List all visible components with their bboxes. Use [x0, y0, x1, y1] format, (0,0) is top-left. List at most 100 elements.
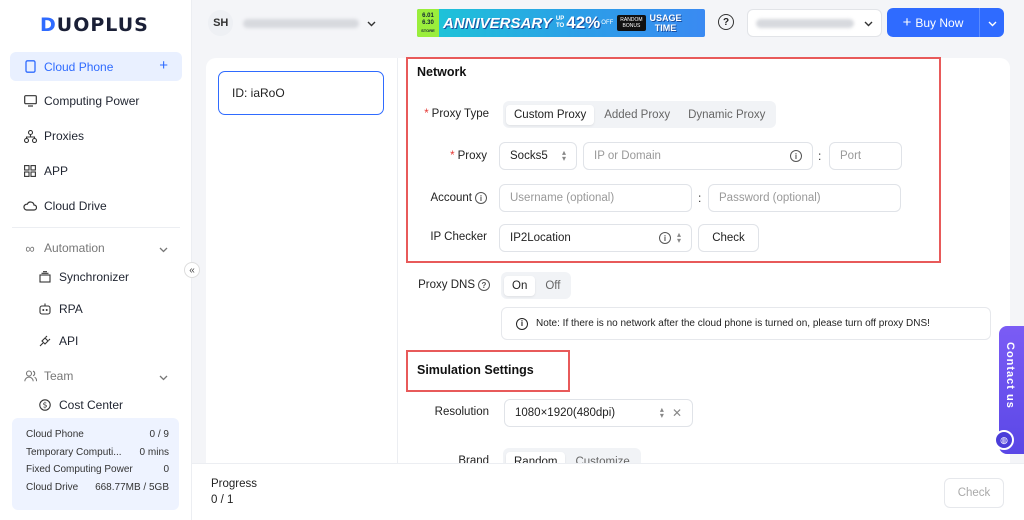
- sidebar-item-label: Computing Power: [44, 94, 140, 108]
- help-circle-icon[interactable]: ?: [478, 279, 490, 291]
- proxy-dns-note-text: Note: If there is no network after the c…: [536, 318, 930, 329]
- promo-date-badge: 6.01 6.30 STORE: [417, 9, 439, 37]
- stat-label: Temporary Computi...: [26, 446, 122, 458]
- group-label: Automation: [44, 241, 105, 255]
- account-switcher[interactable]: SH: [208, 10, 376, 36]
- ip-check-button[interactable]: Check: [698, 224, 759, 252]
- sidebar-item-label: Cost Center: [59, 398, 124, 412]
- buy-now-main[interactable]: + Buy Now: [887, 8, 980, 37]
- promo-upto: UP TO: [555, 16, 565, 29]
- divider: [12, 227, 180, 228]
- contact-us-tab[interactable]: Contact us ◍: [994, 326, 1024, 454]
- network-title: Network: [417, 65, 467, 79]
- buy-now-button[interactable]: + Buy Now: [887, 8, 1004, 37]
- promo-percent: 42%: [566, 13, 601, 32]
- robot-icon: [38, 302, 52, 316]
- network-icon: [23, 129, 37, 143]
- collapse-sidebar-button[interactable]: «: [184, 262, 200, 278]
- sidebar-group-automation[interactable]: ∞ Automation: [10, 234, 182, 262]
- sidebar-item-cost-center[interactable]: $ Cost Center: [10, 391, 182, 419]
- updown-arrow-icon: ▴ ▾: [659, 405, 664, 420]
- sidebar-item-synchronizer[interactable]: Synchronizer: [10, 263, 182, 291]
- sidebar-item-label: API: [59, 334, 79, 348]
- port-placeholder: Port: [840, 150, 862, 162]
- promo-usage-time: USAGE TIME: [649, 13, 682, 33]
- sidebar: DUOPLUS Cloud Phone + Computing Power Pr…: [0, 0, 192, 520]
- stat-label: Fixed Computing Power: [26, 464, 133, 476]
- user-email-blurred: [756, 18, 854, 28]
- ip-domain-input[interactable]: IP or Domain i: [583, 142, 813, 170]
- resolution-select[interactable]: 1080×1920(480dpi) ▴ ▾ ✕: [504, 399, 693, 427]
- user-menu[interactable]: [747, 9, 882, 37]
- sidebar-item-api[interactable]: API: [10, 327, 182, 355]
- infinity-icon: ∞: [25, 240, 35, 256]
- info-icon[interactable]: i: [475, 192, 487, 204]
- instance-tab[interactable]: ID: iaRoO: [218, 71, 384, 115]
- layers-icon: [38, 270, 52, 284]
- footer-check-button[interactable]: Check: [944, 478, 1004, 508]
- dollar-coin-icon: $: [38, 398, 52, 412]
- sidebar-item-cloud-phone[interactable]: Cloud Phone +: [10, 52, 182, 81]
- simulation-title: Simulation Settings: [417, 363, 534, 377]
- team-icon: [23, 369, 37, 383]
- group-label: Team: [44, 369, 74, 383]
- progress-label: Progress: [211, 478, 258, 490]
- anniversary-promo-banner[interactable]: 6.01 6.30 STORE ANNIVERSARY UP TO 42% OFF R…: [417, 9, 705, 37]
- sidebar-item-rpa[interactable]: RPA: [10, 295, 182, 323]
- stat-label: Cloud Drive: [26, 481, 79, 493]
- promo-title: ANNIVERSARY: [443, 14, 552, 32]
- proxy-type-segmented: Custom Proxy Added Proxy Dynamic Proxy: [503, 101, 777, 128]
- progress-value: 0 / 1: [211, 494, 234, 506]
- buy-now-dropdown[interactable]: [980, 16, 1004, 30]
- protocol-value: Socks5: [510, 150, 548, 162]
- sidebar-item-label: APP: [44, 164, 69, 178]
- ip-checker-select[interactable]: IP2Location i ▴ ▾: [499, 224, 692, 252]
- chevron-up-icon: [159, 242, 168, 256]
- sidebar-group-team[interactable]: Team: [10, 362, 182, 390]
- apps-grid-icon: [23, 164, 37, 178]
- contact-us-label: Contact us: [1004, 342, 1016, 409]
- proxy-type-added[interactable]: Added Proxy: [596, 105, 678, 125]
- chat-bubble-icon: ◍: [994, 430, 1014, 450]
- sidebar-item-cloud-drive[interactable]: Cloud Drive: [10, 192, 182, 220]
- sidebar-item-label: Proxies: [44, 129, 85, 143]
- usage-stats-card: Cloud Phone 0 / 9 Temporary Computi... 0 m…: [12, 418, 179, 510]
- clear-icon[interactable]: ✕: [672, 406, 682, 420]
- account-name-blurred: [243, 18, 359, 28]
- stat-value: 0 mins: [139, 446, 169, 458]
- proxy-dns-on[interactable]: On: [504, 275, 536, 296]
- ip-checker-label: IP Checker: [430, 231, 487, 243]
- username-input[interactable]: Username (optional): [499, 184, 692, 212]
- proxy-dns-off[interactable]: Off: [537, 276, 568, 296]
- info-icon[interactable]: i: [790, 150, 802, 162]
- updown-arrow-icon: ▴ ▾: [676, 230, 681, 245]
- duoplus-logo[interactable]: DUOPLUS: [40, 14, 149, 36]
- proxy-type-dynamic[interactable]: Dynamic Proxy: [680, 105, 773, 125]
- proxy-type-label: * Proxy Type: [424, 108, 489, 120]
- stat-row: Temporary Computi... 0 mins: [26, 444, 169, 462]
- protocol-select[interactable]: Socks5 ▴ ▾: [499, 142, 577, 170]
- ip-checker-value: IP2Location: [510, 232, 571, 244]
- password-input[interactable]: Password (optional): [708, 184, 901, 212]
- password-placeholder: Password (optional): [719, 192, 821, 204]
- username-placeholder: Username (optional): [510, 192, 615, 204]
- sidebar-item-proxies[interactable]: Proxies: [10, 122, 182, 150]
- instance-list: [206, 58, 398, 463]
- plus-icon: +: [902, 14, 912, 31]
- resolution-value: 1080×1920(480dpi): [515, 407, 616, 419]
- proxy-type-custom[interactable]: Custom Proxy: [506, 104, 595, 125]
- port-input[interactable]: Port: [829, 142, 902, 170]
- stat-label: Cloud Phone: [26, 429, 84, 441]
- chevron-down-icon: [864, 16, 873, 30]
- stat-value: 668.77MB / 5GB: [95, 481, 169, 493]
- info-icon[interactable]: i: [658, 232, 671, 244]
- sidebar-item-app[interactable]: APP: [10, 157, 182, 185]
- stat-row: Cloud Drive 668.77MB / 5GB: [26, 479, 169, 497]
- svg-text:$: $: [43, 401, 48, 410]
- sidebar-item-label: Cloud Drive: [44, 199, 107, 213]
- add-cloud-phone-icon[interactable]: +: [159, 57, 168, 74]
- sidebar-item-computing-power[interactable]: Computing Power: [10, 87, 182, 115]
- help-icon[interactable]: ?: [718, 14, 734, 30]
- colon-separator: :: [818, 149, 822, 163]
- chevron-down-icon: [367, 16, 376, 30]
